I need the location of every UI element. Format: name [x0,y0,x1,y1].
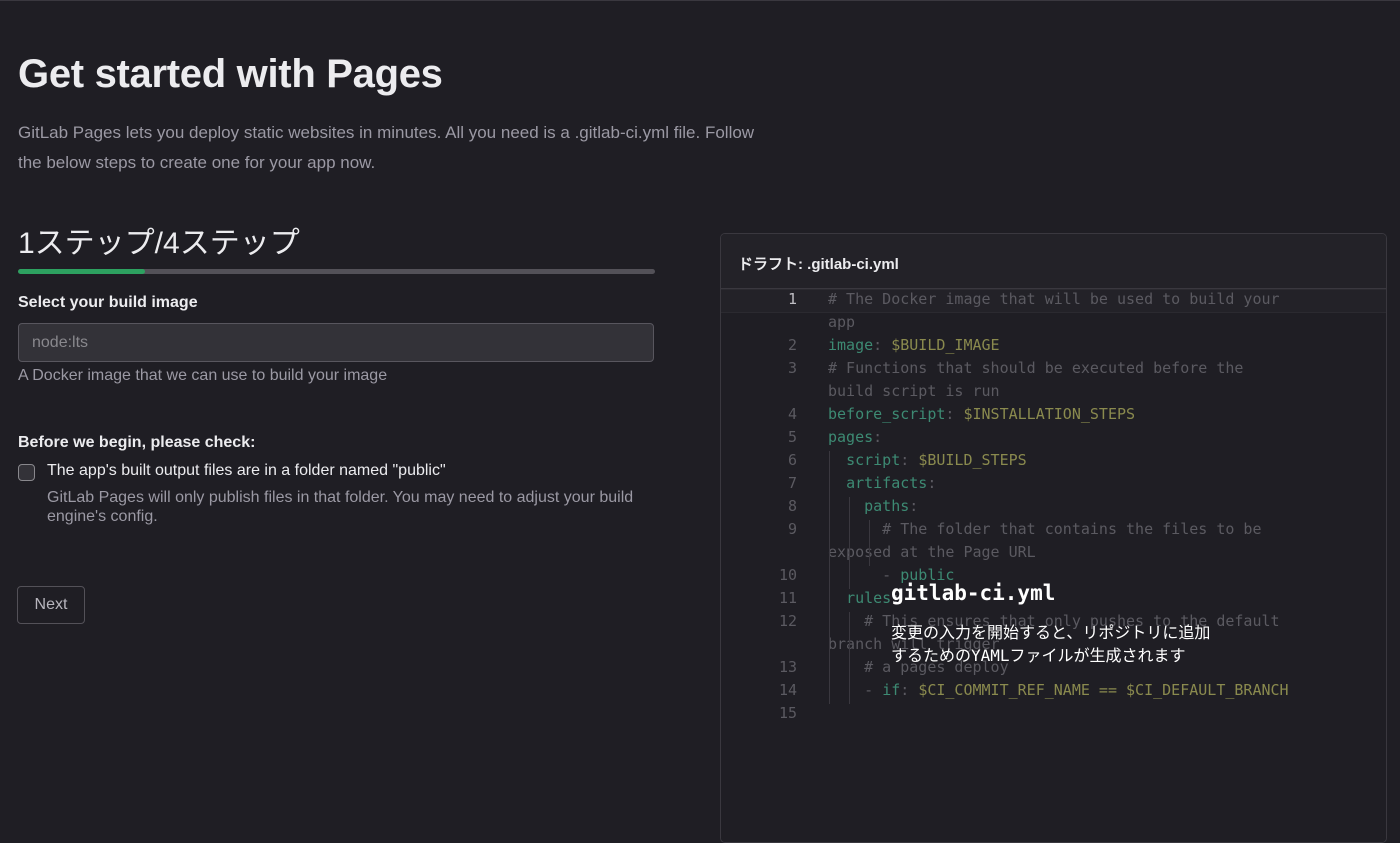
indent-guide [829,451,830,704]
code-token: # The folder that contains the files to … [828,520,1262,538]
code-line: paths: [828,497,918,515]
code-token: : [873,336,892,354]
code-token: $BUILD_IMAGE [891,336,1000,354]
line-number: 15 [778,704,797,722]
code-line: script: $BUILD_STEPS [828,451,1027,469]
code-token: rules [846,589,892,607]
build-image-label: Select your build image [18,294,198,311]
line-number: 2 [787,336,797,354]
editor-title: ドラフト: .gitlab-ci.yml [738,256,899,273]
page-title: Get started with Pages [18,52,443,96]
code-token: if [882,681,901,699]
code-token: paths [864,497,910,515]
code-token: $CI_COMMIT_REF_NAME == $CI_DEFAULT_BRANC… [918,681,1289,699]
code-line: - if: $CI_COMMIT_REF_NAME == $CI_DEFAULT… [828,681,1289,699]
line-number: 13 [778,658,797,676]
code-token: # Functions that should be executed befo… [828,359,1244,377]
code-token: - [828,681,883,699]
code-line: # The folder that contains the files to … [828,520,1261,538]
code-token: : [873,428,883,446]
line-number: 3 [787,359,797,377]
code-token: before_script [828,405,946,423]
code-token: $BUILD_STEPS [918,451,1027,469]
code-token: pages [828,428,874,446]
top-divider [0,0,1400,1]
code-line: app [828,313,855,331]
step-indicator: 1ステップ/4ステップ [18,227,300,260]
code-token: : [945,405,964,423]
yaml-editor-panel: ドラフト: .gitlab-ci.yml 1 # The Docker image… [720,233,1387,843]
code-token: artifacts [846,474,928,492]
overlay-title: gitlab-ci.yml [891,581,1056,605]
code-token: : [900,451,919,469]
code-line: exposed at the Page URL [828,543,1036,561]
overlay-message: 変更の入力を開始すると、リポジトリに追加するためのYAMLファイルが生成されます [891,623,1211,665]
page-description: GitLab Pages lets you deploy static webs… [18,123,755,172]
code-token: # The Docker image that will be used to … [828,290,1280,308]
line-number: 8 [787,497,797,515]
indent-guide [869,520,870,566]
code-token: app [828,313,856,331]
indent-guide [849,497,850,589]
next-button[interactable]: Next [17,586,85,624]
code-token: image [828,336,874,354]
code-line: build script is run [828,382,1000,400]
code-token: : [909,497,919,515]
code-token: : [900,681,919,699]
build-image-help: A Docker image that we can use to build … [18,367,388,384]
code-line: before_script: $INSTALLATION_STEPS [828,405,1135,423]
line-number: 9 [787,520,797,538]
code-line: pages: [828,428,882,446]
line-number: 10 [778,566,797,584]
indent-guide [849,612,850,704]
editor-header: ドラフト: .gitlab-ci.yml [721,234,1386,289]
line-number: 5 [787,428,797,446]
code-token: script [846,451,901,469]
checklist-heading: Before we begin, please check: [18,434,256,451]
code-line: artifacts: [828,474,936,492]
progress-bar-fill [18,269,146,274]
line-number: 11 [778,589,797,607]
progress-bar [18,269,655,274]
code-token: exposed at the Page URL [828,543,1036,561]
line-number: 6 [787,451,797,469]
code-line: rules: [828,589,900,607]
public-folder-help: GitLab Pages will only publish files in … [47,489,634,525]
line-number: 14 [778,681,797,699]
code-editor[interactable]: 1 # The Docker image that will be used to… [721,289,1386,842]
code-line: # Functions that should be executed befo… [828,359,1243,377]
public-folder-checkbox-label[interactable]: The app's built output files are in a fo… [47,462,446,480]
code-line: # The Docker image that will be used to … [828,290,1280,308]
code-token: $INSTALLATION_STEPS [963,405,1136,423]
code-token: : [927,474,937,492]
line-number: 12 [778,612,797,630]
public-folder-checkbox[interactable] [18,464,35,481]
line-number: 4 [787,405,797,423]
code-line: image: $BUILD_IMAGE [828,336,1000,354]
build-image-input[interactable] [18,323,654,362]
line-number: 1 [787,290,797,308]
line-number: 7 [787,474,797,492]
code-token: build script is run [828,382,1000,400]
code-token: - [828,566,901,584]
